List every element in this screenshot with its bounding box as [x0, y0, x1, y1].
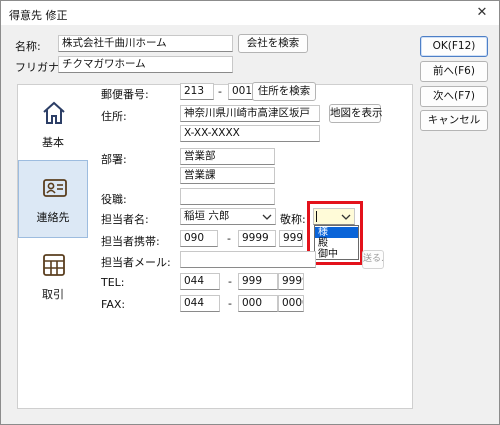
tel-field-1[interactable]: 044 [180, 273, 220, 290]
prev-button[interactable]: 前へ(F6) [420, 61, 488, 82]
address-label: 住所: [101, 110, 127, 123]
tel-field-2[interactable]: 999 [238, 273, 278, 290]
email-label: 担当者メール: [101, 256, 171, 269]
search-company-button[interactable]: 会社を検索 [238, 34, 308, 53]
contact-card-icon [43, 179, 67, 197]
tab-transactions-label: 取引 [42, 288, 64, 301]
name-field[interactable]: 株式会社千曲川ホーム [58, 35, 233, 52]
mobile-label: 担当者携帯: [101, 235, 160, 248]
person-label: 担当者名: [101, 213, 149, 226]
mobile-field-3[interactable]: 9999 [279, 230, 303, 247]
next-button[interactable]: 次へ(F7) [420, 86, 488, 107]
address-field-1[interactable]: 神奈川県川崎市高津区坂戸 [180, 105, 320, 122]
kana-field[interactable]: チクマガワホーム [58, 56, 233, 73]
title-bar: 得意先 修正 ✕ [1, 1, 499, 25]
send-email-button[interactable]: 送る... [362, 250, 384, 269]
dept-field-1[interactable]: 営業部 [180, 148, 275, 165]
mobile-field-2[interactable]: 9999 [238, 230, 276, 247]
dept-field-2[interactable]: 営業課 [180, 167, 275, 184]
postal-dash: - [218, 85, 222, 98]
person-select-value: 稲垣 六郎 [184, 210, 230, 222]
mobile-dash-1: - [227, 232, 231, 245]
postal-field-1[interactable]: 213 [180, 83, 214, 100]
kana-label: フリガナ: [15, 61, 63, 74]
cancel-button[interactable]: キャンセル [420, 110, 488, 131]
role-label: 役職: [101, 193, 127, 206]
tel-label: TEL: [101, 276, 125, 289]
tab-contact-label: 連絡先 [36, 211, 70, 224]
grid-icon [43, 254, 65, 276]
show-map-button[interactable]: 地図を表示 [329, 104, 383, 123]
fax-field-2[interactable]: 000 [238, 295, 278, 312]
tab-contact[interactable]: 連絡先 [18, 160, 88, 238]
tab-basic[interactable]: 基本 [18, 86, 88, 164]
home-icon [43, 101, 65, 124]
chevron-down-icon [262, 214, 272, 220]
address-field-2[interactable]: X-XX-XXXX [180, 125, 320, 142]
address-search-button[interactable]: 住所を検索 [252, 82, 316, 101]
postal-label: 郵便番号: [101, 88, 149, 101]
mobile-field-1[interactable]: 090 [180, 230, 218, 247]
role-field[interactable] [180, 188, 275, 205]
window-title: 得意先 修正 [9, 9, 68, 22]
ok-button[interactable]: OK(F12) [420, 36, 488, 57]
fax-label: FAX: [101, 298, 126, 311]
tel-field-3[interactable]: 9999 [278, 273, 304, 290]
person-select[interactable]: 稲垣 六郎 [180, 208, 276, 225]
name-label: 名称: [15, 40, 41, 53]
close-button[interactable]: ✕ [469, 4, 495, 22]
tel-dash-1: - [228, 275, 232, 288]
tab-transactions[interactable]: 取引 [18, 238, 88, 316]
dept-label: 部署: [101, 153, 127, 166]
tab-basic-label: 基本 [42, 136, 64, 149]
fax-field-3[interactable]: 0000 [278, 295, 304, 312]
fax-dash-1: - [228, 297, 232, 310]
fax-field-1[interactable]: 044 [180, 295, 220, 312]
email-field[interactable] [180, 251, 316, 268]
honorific-label: 敬称: [280, 213, 306, 226]
